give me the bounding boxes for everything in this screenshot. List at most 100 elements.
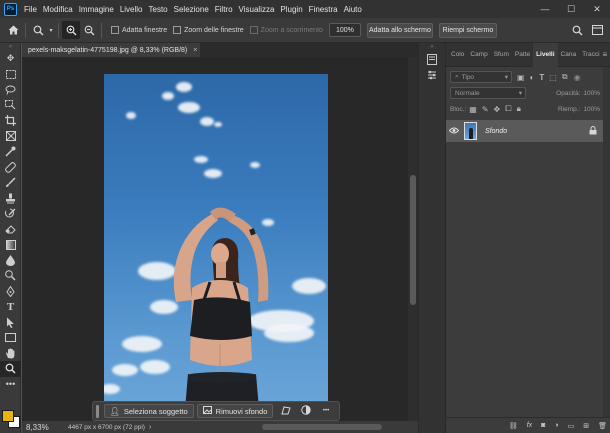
menu-modifica[interactable]: Modifica [40,5,76,14]
foreground-color-swatch[interactable] [2,410,14,422]
drag-handle[interactable] [96,404,99,418]
zoom-level-field[interactable]: 8,33% [22,423,62,432]
add-mask-icon[interactable]: ◙ [541,422,545,429]
layer-row[interactable]: Sfondo [446,120,603,142]
tab-livelli[interactable]: Livelli [533,42,558,67]
pen-tool-icon[interactable] [0,284,21,300]
vertical-scrollbar[interactable] [408,57,418,421]
document-tab[interactable]: pexels-maksgelatin-4775198.jpg @ 8,33% (… [22,43,200,57]
zoom-in-icon[interactable] [62,21,80,39]
tab-sfumature[interactable]: Sfum [491,43,512,67]
new-group-icon[interactable]: ▭ [568,422,575,430]
history-panel-icon[interactable] [419,51,445,67]
filter-toggle-icon[interactable]: ◉ [574,73,581,82]
gradient-tool-icon[interactable] [0,237,21,253]
opacity-field[interactable]: 100% [583,90,600,97]
tab-campioni[interactable]: Camp [467,43,490,67]
layer-name[interactable]: Sfondo [485,128,507,135]
menu-filtro[interactable]: Filtro [212,5,236,14]
panel-menu-icon[interactable]: ≡ [603,50,610,59]
type-tool-icon[interactable]: T [0,299,21,315]
maximize-icon[interactable]: ☐ [558,4,584,15]
remove-background-button[interactable]: Rimuovi sfondo [196,404,274,418]
lock-transparent-pixels-icon[interactable]: ▦ [469,105,477,114]
zoom-percent-field[interactable]: 100% [328,23,361,37]
tab-pattern[interactable]: Patte [512,43,533,67]
menu-selezione[interactable]: Selezione [171,5,212,14]
more-options-icon[interactable]: ••• [316,408,336,414]
history-brush-tool-icon[interactable] [0,206,21,222]
brush-tool-icon[interactable] [0,175,21,191]
menu-plugin[interactable]: Plugin [277,5,305,14]
fit-windows-checkbox[interactable]: Adatta finestre [111,26,167,34]
delete-layer-icon[interactable]: 🗑︎ [598,422,607,430]
filter-type-icon[interactable]: T [539,73,544,82]
fill-field[interactable]: 100% [583,106,600,113]
horizontal-scrollbar-thumb[interactable] [262,424,382,430]
tab-canali[interactable]: Cana [558,43,580,67]
adjustment-icon[interactable] [296,405,316,417]
toolbar-grip[interactable]: » [0,43,21,51]
scrollbar-thumb[interactable] [410,175,416,305]
panel-scrollbar[interactable] [603,67,610,417]
scrubby-zoom-checkbox[interactable]: Zoom a scorrimento [249,26,323,34]
filter-pixel-icon[interactable]: ▣ [517,73,525,82]
menu-finestra[interactable]: Finestra [306,5,341,14]
zoom-all-windows-checkbox[interactable]: Zoom delle finestre [173,26,244,34]
object-selection-tool-icon[interactable] [0,98,21,114]
adjustment-layer-icon[interactable]: ◑ [554,422,558,429]
status-menu-icon[interactable]: › [149,424,151,431]
frame-tool-icon[interactable] [0,129,21,145]
fill-screen-button[interactable]: Riempi schermo [438,22,497,38]
lock-all-icon[interactable]: 🔒︎ [517,104,521,114]
lock-artboard-icon[interactable]: ⧠ [505,104,511,114]
edit-toolbar-icon[interactable]: ••• [0,377,21,393]
minimize-icon[interactable]: — [532,4,558,15]
path-selection-tool-icon[interactable] [0,315,21,331]
search-icon[interactable] [568,21,586,39]
zoom-out-icon[interactable] [80,21,98,39]
lock-position-icon[interactable]: ✥ [494,105,501,114]
panel-grip[interactable]: « [419,43,445,51]
link-layers-icon[interactable]: ⛓︎ [509,422,518,430]
blend-mode-select[interactable]: Normale ▾ [450,87,526,99]
move-tool-icon[interactable]: ✥ [0,51,21,67]
filter-smart-object-icon[interactable]: ⧉ [562,72,568,82]
zoom-tool-active-icon[interactable] [0,361,21,377]
rectangle-tool-icon[interactable] [0,330,21,346]
close-tab-icon[interactable]: × [193,47,197,54]
close-icon[interactable]: ✕ [584,4,610,15]
clone-stamp-tool-icon[interactable] [0,191,21,207]
healing-brush-tool-icon[interactable] [0,160,21,176]
hand-tool-icon[interactable] [0,346,21,362]
lasso-tool-icon[interactable] [0,82,21,98]
transform-icon[interactable] [276,405,296,417]
home-icon[interactable] [4,21,22,39]
canvas-area[interactable]: 👤︎ Seleziona soggetto Rimuovi sfondo ••• [22,57,408,421]
filter-adjustment-icon[interactable]: ◐ [530,73,535,82]
menu-visualizza[interactable]: Visualizza [236,5,278,14]
select-subject-button[interactable]: 👤︎ Seleziona soggetto [103,404,194,418]
menu-immagine[interactable]: Immagine [76,5,117,14]
marquee-tool-icon[interactable] [0,67,21,83]
visibility-eye-icon[interactable] [446,127,462,136]
menu-livello[interactable]: Livello [117,5,146,14]
dodge-tool-icon[interactable] [0,268,21,284]
tab-tracciati[interactable]: Tracci [579,43,602,67]
layer-style-icon[interactable]: fx [527,422,532,429]
lock-icon[interactable] [589,125,597,137]
checkbox-box[interactable] [111,26,119,34]
filter-kind-select[interactable]: ⌕ Tipo ▾ [450,71,512,83]
filter-shape-icon[interactable]: ⬚ [549,73,557,82]
chevron-down-icon[interactable]: ▾ [47,21,55,39]
menu-file[interactable]: File [21,5,40,14]
menu-testo[interactable]: Testo [146,5,171,14]
eyedropper-tool-icon[interactable] [0,144,21,160]
workspace-icon[interactable] [588,21,606,39]
zoom-tool-icon[interactable] [29,21,47,39]
menu-aiuto[interactable]: Aiuto [341,5,365,14]
properties-panel-icon[interactable] [419,67,445,83]
new-layer-icon[interactable]: ⊞ [583,422,589,430]
checkbox-box[interactable] [173,26,182,34]
blur-tool-icon[interactable] [0,253,21,269]
